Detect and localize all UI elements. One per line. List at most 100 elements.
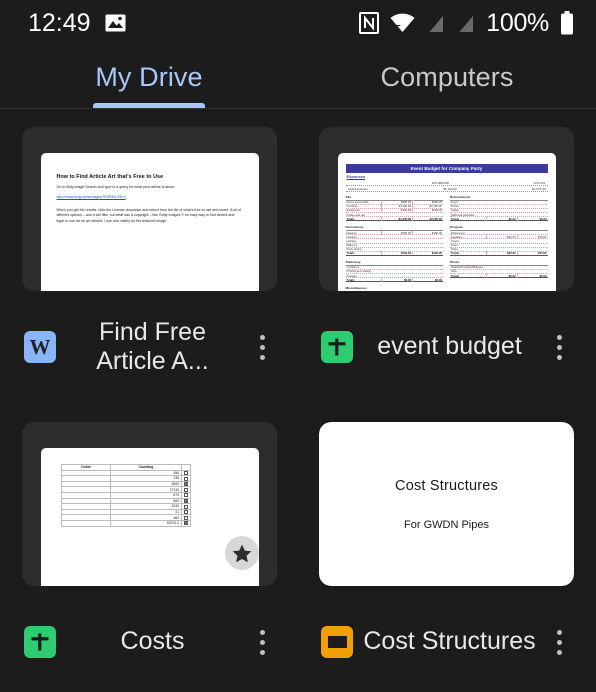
doc-link: http://www.bing.com/images/?FORM=Z9LH — [56, 194, 126, 199]
file-grid: How to Find Article Art that's Free to U… — [0, 109, 596, 692]
dot — [259, 354, 265, 360]
file-card[interactable]: Event Budget for Company Party Expenses … — [319, 127, 574, 398]
tab-active-indicator — [93, 103, 205, 108]
file-card[interactable]: Costs Counting 456 235 4800 27740 875 56… — [22, 422, 277, 692]
sheet-summary-label: Total Expenses — [347, 186, 368, 191]
cell-counting: 53370.2 — [110, 519, 182, 527]
more-options-button[interactable] — [546, 620, 572, 664]
sheet-summary-actual: $1,075.00 — [532, 186, 546, 191]
image-notification-icon — [105, 14, 126, 32]
sheet-total-row: Totals $150.00 $150.00 — [345, 251, 443, 257]
slide-preview: Cost Structures For GWDN Pipes — [319, 422, 574, 586]
checkbox-on — [183, 482, 188, 487]
dot — [556, 344, 562, 350]
starred-badge — [225, 536, 259, 570]
sheet-total-row: Totals $0.00 $0.00 — [450, 273, 548, 279]
more-options-button[interactable] — [249, 325, 275, 369]
cell-cost — [60, 519, 112, 527]
row-estimated: $1,350.00 — [381, 216, 412, 221]
row-label: Totals — [451, 216, 460, 221]
more-options-button[interactable] — [546, 325, 572, 369]
row-label: Totals — [451, 251, 460, 256]
more-options-button[interactable] — [249, 620, 275, 664]
sheet-summary-estimated: $1,100.00 — [443, 186, 457, 191]
slide-title: Cost Structures — [395, 477, 498, 494]
file-thumbnail[interactable]: Cost Structures For GWDN Pipes — [319, 422, 574, 586]
file-card-footer: Costs — [22, 586, 277, 690]
row-actual: $75.00 — [516, 251, 548, 256]
tab-computers[interactable]: Computers — [298, 46, 596, 108]
checkbox-off — [183, 493, 188, 498]
file-thumbnail[interactable]: Costs Counting 456 235 4800 27740 875 56… — [22, 422, 277, 586]
file-thumbnail[interactable]: How to Find Article Art that's Free to U… — [22, 127, 277, 291]
slides-glyph — [327, 636, 347, 648]
sheet-col-actual: ACTUAL — [533, 180, 546, 185]
sheet-columns: Site Room and rentals $350.00 $300.00 Furn… — [345, 195, 548, 291]
sheet-total-row: Totals $0.00 $0.00 — [450, 216, 548, 222]
battery-full-icon — [561, 11, 573, 35]
dot — [556, 629, 562, 635]
sheet-col-estimated: ESTIMATED — [432, 180, 450, 185]
sim-disabled-icon — [427, 13, 445, 33]
tab-my-drive-label: My Drive — [95, 61, 203, 92]
row-label: Totals — [346, 216, 355, 221]
sheets-glyph — [328, 338, 346, 356]
row-actual: $100.00 — [412, 208, 443, 213]
sheet-column-right: Refreshments Food Drinks Cakes Staff and… — [450, 195, 548, 291]
checkbox-off — [183, 510, 188, 515]
cell-check — [180, 519, 191, 527]
file-card[interactable]: Cost Structures For GWDN Pipes Cost Stru… — [319, 422, 574, 692]
wifi-icon — [390, 13, 415, 32]
checkbox-on — [183, 498, 188, 503]
file-name: event budget — [377, 332, 522, 361]
sheet-block: Refreshments Food Drinks Cakes Staff and… — [450, 195, 548, 222]
dot — [259, 334, 265, 340]
checkbox-on — [183, 521, 188, 526]
slide-subtitle: For GWDN Pipes — [404, 518, 489, 531]
row-estimated: $150.00 — [381, 208, 412, 213]
sheets-icon — [321, 331, 353, 363]
spreadsheet-preview: Costs Counting 456 235 4800 27740 875 56… — [40, 448, 259, 586]
document-preview: How to Find Article Art that's Free to U… — [40, 153, 259, 291]
checkbox-off — [183, 470, 188, 475]
sheet-column-left: Site Room and rentals $350.00 $300.00 Furn… — [345, 195, 443, 291]
dot — [259, 629, 265, 635]
dot — [259, 639, 265, 645]
file-name: Costs — [120, 627, 185, 656]
dot — [259, 344, 265, 350]
file-card-footer: W Find Free Article A... — [22, 291, 277, 395]
dot — [556, 334, 562, 340]
checkbox-off — [183, 504, 188, 509]
row-label: Totals — [346, 251, 355, 256]
file-card[interactable]: How to Find Article Art that's Free to U… — [22, 127, 277, 398]
sheet-total-row: Totals $1,350.00 $2,000.00 — [345, 216, 443, 222]
dot — [556, 649, 562, 655]
sheet-block: Decorations Flowers $150.00 $150.00 Candle… — [345, 225, 443, 257]
sheet-block: Site Room and rentals $350.00 $300.00 Furn… — [345, 195, 443, 222]
row-actual: $150.00 — [412, 230, 443, 235]
row-estimated: $0.00 — [485, 216, 517, 221]
row-actual: $0.00 — [412, 277, 443, 282]
tab-bar: My Drive Computers — [0, 46, 596, 108]
status-bar-left: 12:49 — [28, 9, 126, 38]
file-thumbnail[interactable]: Event Budget for Company Party Expenses … — [319, 127, 574, 291]
row-estimated: $150.00 — [381, 251, 412, 256]
file-name: Cost Structures — [363, 627, 536, 656]
spreadsheet-preview: Event Budget for Company Party Expenses … — [337, 153, 556, 291]
status-clock: 12:49 — [28, 8, 91, 37]
sheet-block: Miscellaneous Insurance Transportation E… — [345, 286, 443, 291]
tab-my-drive[interactable]: My Drive — [0, 46, 298, 108]
sim-disabled-icon — [457, 13, 475, 33]
row-label: Totals — [346, 277, 355, 282]
row-estimated: $50.00 — [485, 251, 517, 256]
row-estimated: $50.00 — [485, 234, 517, 239]
file-name: Find Free Article A... — [96, 317, 209, 376]
star-icon — [232, 544, 252, 562]
file-card-footer: Cost Structures — [319, 586, 574, 690]
row-estimated: $150.00 — [381, 230, 412, 235]
sheet-block: Program Performers Speakers $50.00 $75.00 … — [450, 225, 548, 257]
status-bar-right: 100% — [359, 9, 574, 38]
sheet-total-row: Totals $50.00 $75.00 — [450, 251, 548, 257]
doc-paragraph: When you get the results, click the Lice… — [56, 207, 242, 223]
sheets-glyph — [31, 633, 49, 651]
